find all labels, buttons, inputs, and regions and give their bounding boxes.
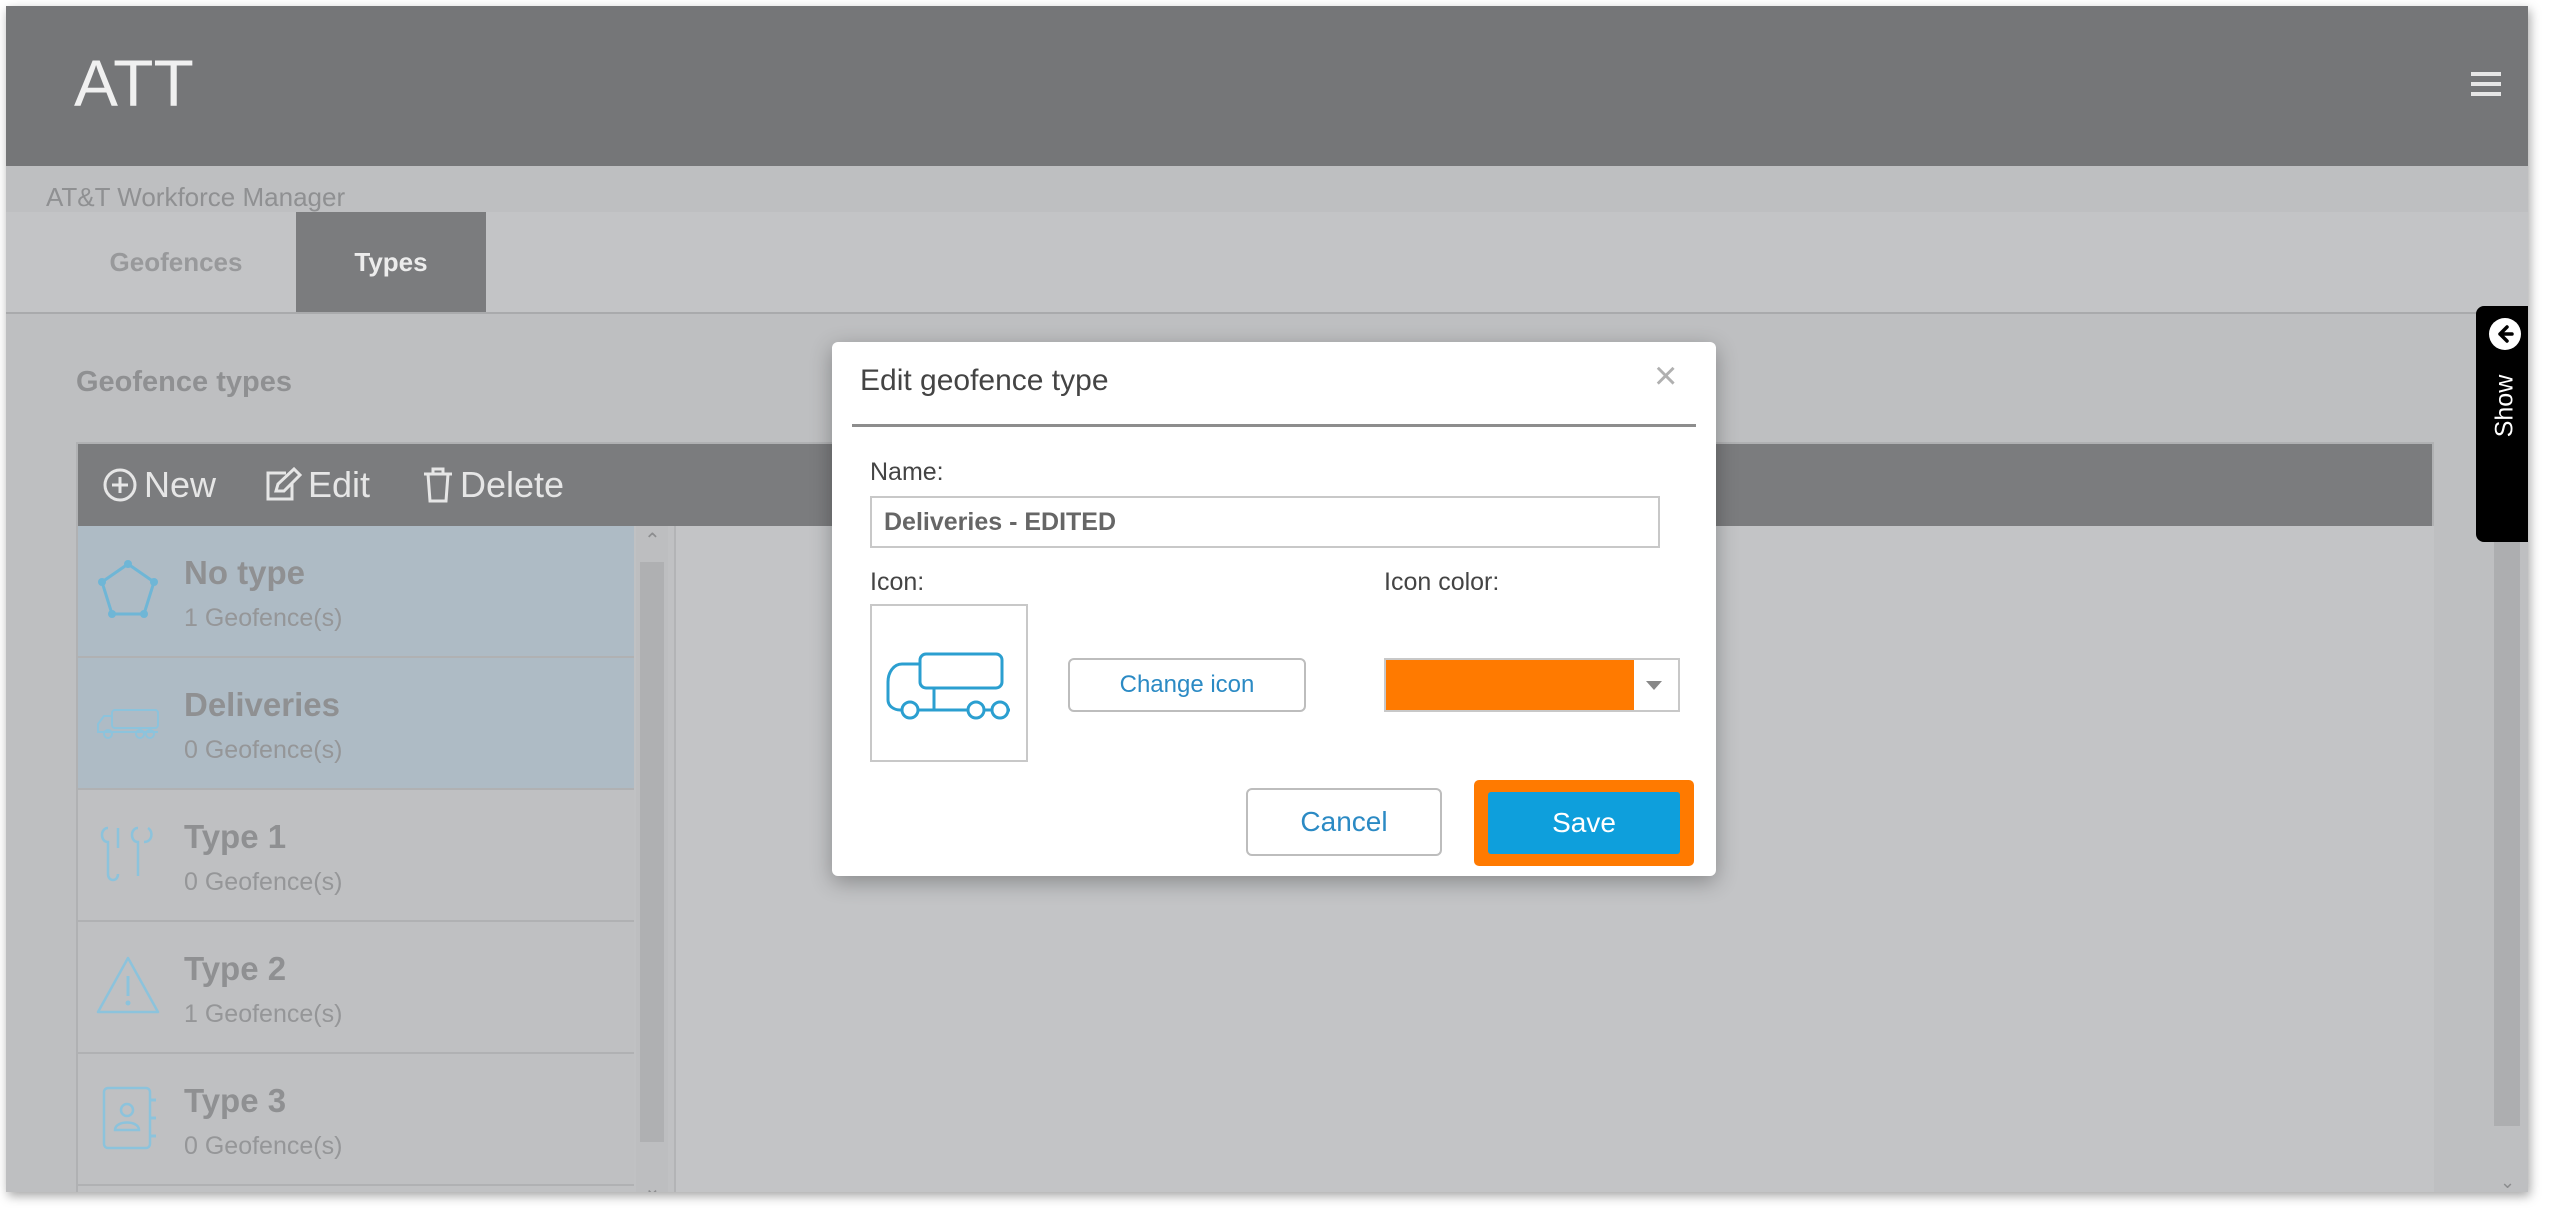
chevron-down-icon — [1646, 681, 1662, 690]
delete-label: Delete — [460, 464, 565, 505]
trash-icon — [424, 467, 452, 503]
list-item-count: 0 Geofence(s) — [184, 868, 343, 896]
list-item-name: Type 1 — [184, 818, 287, 855]
truck-icon — [97, 709, 159, 739]
icon-preview — [870, 604, 1028, 762]
app-title: ATT — [74, 46, 194, 120]
dialog-title: Edit geofence type — [860, 364, 1109, 397]
chevron-up-icon[interactable]: ⌃ — [644, 528, 661, 553]
truck-icon — [886, 652, 1010, 720]
contact-book-icon — [102, 1086, 156, 1150]
section-title: Geofence types — [76, 366, 292, 398]
list-item[interactable]: Type 2 1 Geofence(s) — [78, 922, 634, 1054]
page-scrollbar[interactable] — [2494, 526, 2520, 1126]
list-item-name: Type 2 — [184, 950, 287, 987]
arrow-left-circle-icon — [2489, 318, 2521, 350]
hamburger-icon[interactable] — [2471, 72, 2501, 98]
pentagon-icon — [98, 560, 158, 618]
name-label: Name: — [870, 458, 944, 486]
tab-geofences[interactable]: Geofences — [66, 212, 286, 312]
show-label: Show — [2490, 374, 2519, 438]
save-button-highlight: Save — [1474, 780, 1694, 866]
new-button[interactable]: New — [102, 444, 216, 526]
cancel-button[interactable]: Cancel — [1246, 788, 1442, 856]
list-item-count: 0 Geofence(s) — [184, 736, 343, 764]
name-input[interactable] — [870, 496, 1660, 548]
chevron-down-icon[interactable]: ⌄ — [644, 1176, 661, 1192]
list-item-name: No type — [184, 554, 306, 591]
list-item-count: 1 Geofence(s) — [184, 604, 343, 632]
list-scrollbar[interactable]: ⌃ ⌄ — [636, 526, 668, 1192]
list-item-count: 1 Geofence(s) — [184, 1000, 343, 1028]
edit-icon — [266, 467, 302, 501]
scrollbar-thumb[interactable] — [640, 562, 664, 1142]
color-swatch — [1386, 660, 1634, 710]
warning-icon — [96, 956, 160, 1014]
list-item-name: Type 3 — [184, 1082, 287, 1119]
app-subtitle: AT&T Workforce Manager — [46, 182, 346, 212]
dialog-divider — [852, 424, 1696, 427]
types-list: No type 1 Geofence(s) Deliveries 0 Geofe… — [78, 526, 634, 1192]
tab-types[interactable]: Types — [296, 212, 486, 312]
plus-circle-icon — [103, 468, 137, 502]
delete-button[interactable]: Delete — [422, 444, 564, 526]
list-item[interactable]: No type 1 Geofence(s) — [78, 526, 634, 658]
change-icon-button[interactable]: Change icon — [1068, 658, 1306, 712]
app-window: ATT AT&T Workforce Manager Geofences Typ… — [6, 6, 2528, 1192]
icon-label: Icon: — [870, 568, 925, 596]
icon-color-label: Icon color: — [1384, 568, 1500, 596]
edit-button[interactable]: Edit — [262, 444, 370, 526]
list-item-count: 0 Geofence(s) — [184, 1132, 343, 1160]
hooks-icon — [100, 826, 153, 882]
list-item[interactable]: Deliveries 0 Geofence(s) — [78, 658, 634, 790]
subtitle-bar — [6, 166, 2528, 218]
close-icon[interactable]: × — [1654, 356, 1677, 396]
edit-geofence-type-dialog: Edit geofence type × Name: Icon: Change … — [832, 342, 1716, 876]
app-header: ATT — [6, 6, 2528, 166]
list-item-name: Deliveries — [184, 686, 340, 723]
tab-bar: Geofences Types — [6, 212, 2528, 314]
chevron-down-icon[interactable]: ⌄ — [2500, 1172, 2515, 1192]
edit-label: Edit — [308, 464, 371, 505]
icon-color-select[interactable] — [1384, 658, 1680, 712]
list-item[interactable]: Type 1 0 Geofence(s) — [78, 790, 634, 922]
show-panel-button[interactable]: Show — [2476, 306, 2528, 542]
new-label: New — [144, 464, 217, 505]
save-button[interactable]: Save — [1488, 792, 1680, 854]
list-item[interactable]: Type 3 0 Geofence(s) — [78, 1054, 634, 1186]
